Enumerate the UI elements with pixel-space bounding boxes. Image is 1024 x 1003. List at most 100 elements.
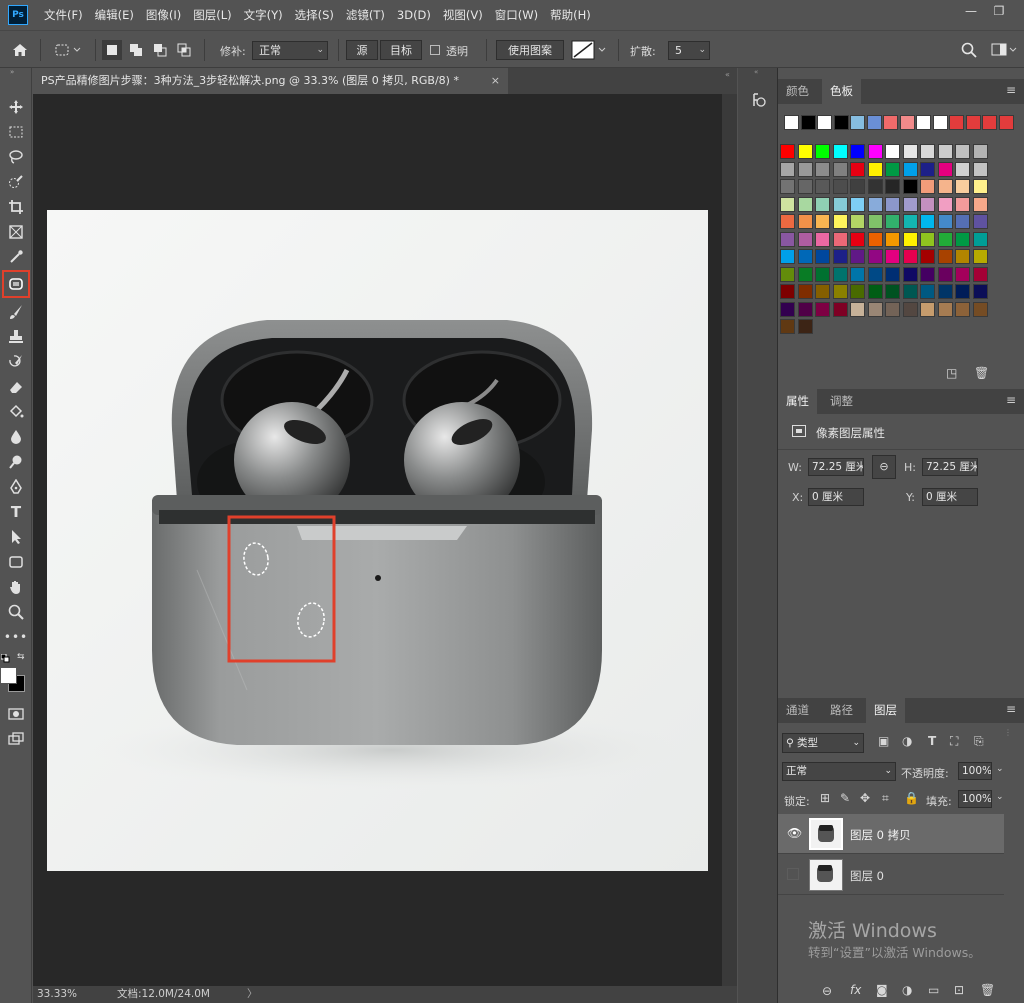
blur-tool-icon[interactable] — [4, 426, 28, 448]
swatch-cell[interactable] — [867, 231, 883, 247]
swatch-cell[interactable] — [797, 196, 813, 212]
recent-swatch[interactable] — [899, 115, 915, 130]
swatch-cell[interactable] — [920, 301, 935, 317]
swatch-cell[interactable] — [867, 196, 883, 212]
menu-3d[interactable]: 3D(D) — [391, 8, 437, 22]
panel-grip[interactable]: ⋮ — [1004, 728, 1024, 758]
pen-tool-icon[interactable] — [4, 476, 28, 498]
swatch-cell[interactable] — [937, 179, 953, 194]
swatch-cell[interactable] — [832, 144, 848, 159]
swatch-cell[interactable] — [797, 249, 813, 264]
swatch-cell[interactable] — [937, 266, 953, 282]
workspace-icon[interactable] — [988, 40, 1020, 60]
swatch-cell[interactable] — [780, 249, 795, 264]
swatch-cell[interactable] — [972, 196, 988, 212]
swatch-cell[interactable] — [850, 196, 865, 212]
width-field[interactable]: 72.25 厘米 — [808, 458, 864, 476]
rectangle-tool-icon[interactable] — [4, 551, 28, 573]
menu-file[interactable]: 文件(F) — [38, 7, 89, 23]
swatch-cell[interactable] — [955, 301, 970, 317]
foreground-color-swatch[interactable] — [0, 667, 17, 684]
swatch-cell[interactable] — [937, 284, 953, 299]
swatch-cell[interactable] — [832, 179, 848, 194]
tab-layers[interactable]: 图层 — [866, 698, 905, 723]
history-panel-icon[interactable] — [748, 90, 768, 110]
lock-all-icon[interactable]: 🔒 — [904, 791, 919, 805]
zoom-tool-icon[interactable] — [4, 601, 28, 623]
recent-swatch[interactable] — [784, 115, 799, 130]
type-tool-icon[interactable]: T — [4, 501, 28, 523]
swatch-cell[interactable] — [885, 179, 900, 194]
recent-swatch[interactable] — [883, 115, 898, 130]
swatch-cell[interactable] — [920, 284, 935, 299]
swatch-cell[interactable] — [832, 249, 848, 264]
swatch-cell[interactable] — [867, 284, 883, 299]
hand-tool-icon[interactable] — [4, 576, 28, 598]
frame-tool-icon[interactable] — [4, 221, 28, 243]
swatch-cell[interactable] — [850, 266, 865, 282]
swatch-cell[interactable] — [797, 266, 813, 282]
swatch-cell[interactable] — [955, 161, 970, 177]
quick-selection-tool-icon[interactable] — [4, 171, 28, 193]
swatch-cell[interactable] — [780, 301, 795, 317]
eraser-tool-icon[interactable] — [4, 376, 28, 398]
paint-bucket-tool-icon[interactable] — [4, 401, 28, 423]
panel-menu-icon[interactable]: ≡ — [1006, 393, 1016, 407]
swatch-cell[interactable] — [885, 249, 900, 264]
panel-menu-icon[interactable]: ≡ — [1006, 702, 1016, 716]
swatch-cell[interactable] — [850, 231, 865, 247]
swatch-cell[interactable] — [937, 144, 953, 159]
swatch-cell[interactable] — [902, 284, 918, 299]
swatch-cell[interactable] — [920, 179, 935, 194]
swatch-cell[interactable] — [885, 231, 900, 247]
swatch-cell[interactable] — [955, 196, 970, 212]
swatch-cell[interactable] — [780, 266, 795, 282]
swatch-cell[interactable] — [920, 214, 935, 229]
menu-type[interactable]: 文字(Y) — [238, 7, 289, 23]
swatch-cell[interactable] — [797, 214, 813, 229]
swatch-cell[interactable] — [902, 196, 918, 212]
collapse-panels-icon[interactable]: « — [725, 70, 730, 79]
swatch-cell[interactable] — [920, 266, 935, 282]
swatch-cell[interactable] — [972, 231, 988, 247]
swatch-cell[interactable] — [955, 214, 970, 229]
filter-smart-object-icon[interactable]: ⎘ — [974, 734, 984, 749]
menu-filter[interactable]: 滤镜(T) — [340, 7, 391, 23]
filter-type-icon[interactable]: T — [928, 734, 936, 748]
swatch-cell[interactable] — [902, 161, 918, 177]
swatch-cell[interactable] — [902, 249, 918, 264]
swatch-cell[interactable] — [885, 284, 900, 299]
menu-select[interactable]: 选择(S) — [289, 7, 340, 23]
swatch-cell[interactable] — [972, 266, 988, 282]
swatch-cell[interactable] — [832, 214, 848, 229]
tab-swatches[interactable]: 色板 — [822, 79, 861, 104]
swatch-cell[interactable] — [937, 249, 953, 264]
swatch-cell[interactable] — [780, 231, 795, 247]
recent-swatch[interactable] — [998, 115, 1014, 130]
swatch-cell[interactable] — [920, 161, 935, 177]
swatch-cell[interactable] — [850, 301, 865, 317]
default-colors-icon[interactable] — [0, 653, 10, 663]
height-field[interactable]: 72.25 厘米 — [922, 458, 978, 476]
marquee-tool-icon[interactable] — [4, 121, 28, 143]
fill-field[interactable]: 100% — [958, 790, 992, 808]
x-field[interactable]: 0 厘米 — [808, 488, 864, 506]
link-icon[interactable]: ⊖ — [872, 455, 896, 479]
tool-preset-picker[interactable] — [48, 40, 88, 60]
swatch-cell[interactable] — [797, 284, 813, 299]
status-menu-icon[interactable]: 〉 — [247, 986, 258, 1003]
swatch-cell[interactable] — [937, 161, 953, 177]
swatch-cell[interactable] — [885, 301, 900, 317]
swatch-cell[interactable] — [815, 231, 830, 247]
swatch-cell[interactable] — [850, 249, 865, 264]
history-brush-tool-icon[interactable] — [4, 351, 28, 373]
subtract-selection-icon[interactable] — [150, 40, 170, 60]
dodge-tool-icon[interactable] — [4, 451, 28, 473]
swatch-cell[interactable] — [885, 144, 900, 159]
recent-swatch[interactable] — [800, 115, 816, 130]
more-tools-icon[interactable]: ••• — [4, 626, 28, 648]
group-folder-icon[interactable]: ▭ — [928, 983, 939, 997]
recent-swatch[interactable] — [833, 115, 849, 130]
delete-layer-icon[interactable]: 🗑 — [980, 983, 995, 997]
swatch-cell[interactable] — [867, 301, 883, 317]
